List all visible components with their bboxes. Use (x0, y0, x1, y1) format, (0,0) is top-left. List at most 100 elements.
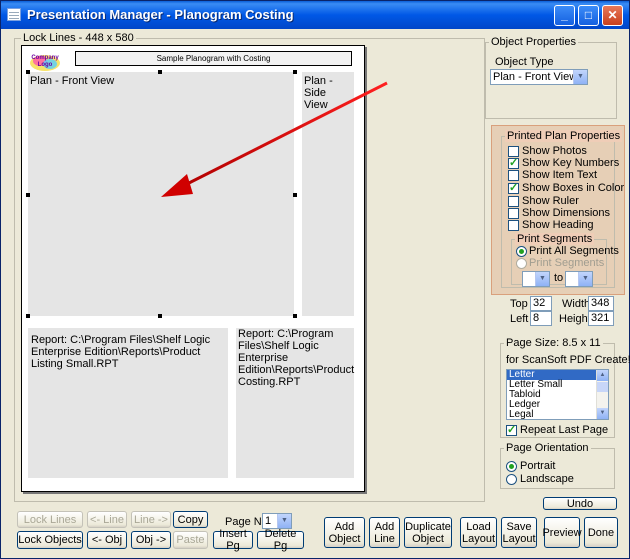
chevron-down-icon: ▼ (578, 272, 592, 286)
add-line-button[interactable]: Add Line (369, 517, 400, 548)
window-title: Presentation Manager - Planogram Costing (27, 7, 294, 22)
left-label: Left (510, 313, 529, 325)
lock-objects-button[interactable]: Lock Objects (17, 531, 83, 549)
object-properties-legend: Object Properties (489, 36, 578, 48)
portrait-label: Portrait (520, 460, 556, 472)
resize-handle[interactable] (158, 70, 162, 74)
obj-right-button[interactable]: Obj -> (131, 531, 171, 549)
report2-label: Report: C:\Program Files\Shelf Logic Ent… (238, 328, 355, 388)
show-boxes-in-color-checkbox[interactable] (508, 181, 519, 194)
undo-button[interactable]: Undo (543, 497, 617, 510)
segment-from-select[interactable]: ▼ (522, 271, 550, 287)
repeat-last-page-label: Repeat Last Page (520, 424, 609, 436)
preview-button[interactable]: Preview (542, 517, 582, 548)
page-size-listbox[interactable]: Letter Letter Small Tabloid Ledger Legal… (506, 369, 609, 420)
delete-page-button[interactable]: Delete Pg (257, 528, 304, 552)
pdf-note: for ScanSoft PDF Create! (506, 354, 630, 366)
report1-label: Report: C:\Program Files\Shelf Logic Ent… (31, 334, 211, 370)
scroll-thumb[interactable] (597, 382, 608, 392)
load-layout-button[interactable]: Load Layout (460, 517, 497, 548)
width-label: Width (562, 298, 591, 310)
landscape-radio[interactable] (506, 474, 517, 485)
close-icon: ✕ (607, 8, 618, 22)
page-orientation-legend: Page Orientation (504, 442, 591, 454)
chevron-down-icon: ▼ (277, 514, 291, 528)
height-field[interactable]: 321 (588, 311, 614, 326)
save-layout-button[interactable]: Save Layout (501, 517, 537, 548)
segment-to-label: to (554, 272, 564, 284)
annotation-arrow (161, 81, 388, 197)
page-nbr-value: 1 (265, 515, 272, 527)
portrait-radio[interactable] (506, 461, 517, 472)
page-banner[interactable]: Sample Planogram with Costing (75, 51, 352, 66)
print-segments-radio[interactable] (516, 258, 527, 269)
print-all-segments-radio[interactable] (516, 246, 527, 257)
printed-plan-properties-legend: Printed Plan Properties (505, 130, 623, 142)
show-photos-label: Show Photos (522, 145, 587, 157)
maximize-icon: □ (584, 8, 593, 22)
line-left-button[interactable]: <- Line (87, 511, 127, 528)
obj-left-button[interactable]: <- Obj (87, 531, 127, 549)
title-bar[interactable]: Presentation Manager - Planogram Costing… (1, 1, 629, 29)
show-item-text-label: Show Item Text (522, 169, 597, 181)
show-heading-checkbox[interactable] (508, 220, 519, 231)
maximize-button[interactable]: □ (578, 5, 599, 26)
print-all-segments-label: Print All Segments (529, 245, 619, 257)
left-field[interactable]: 8 (530, 311, 552, 326)
segment-to-select[interactable]: ▼ (565, 271, 593, 287)
chevron-down-icon: ▼ (535, 272, 549, 286)
add-object-button[interactable]: Add Object (324, 517, 365, 548)
object-properties-group: Object Properties Object Type Plan - Fro… (485, 36, 617, 119)
page-size-option[interactable]: Legal (507, 410, 608, 420)
show-dimensions-checkbox[interactable] (508, 208, 519, 219)
insert-page-button[interactable]: Insert Pg (213, 528, 253, 552)
page-nbr-select[interactable]: 1 ▼ (262, 513, 292, 529)
presentation-manager-window: Presentation Manager - Planogram Costing… (0, 0, 630, 559)
app-icon (7, 8, 21, 21)
lock-lines-button[interactable]: Lock Lines (17, 511, 83, 528)
show-ruler-label: Show Ruler (522, 195, 579, 207)
show-heading-label: Show Heading (522, 219, 594, 231)
resize-handle[interactable] (158, 314, 162, 318)
logo-text: Company Logo (31, 55, 59, 68)
resize-handle[interactable] (26, 193, 30, 197)
object-type-value: Plan - Front View (493, 71, 578, 83)
object-type-select[interactable]: Plan - Front View ▼ (490, 69, 588, 85)
scroll-down-icon[interactable]: ▼ (597, 408, 608, 419)
height-label: Height (559, 313, 591, 325)
top-label: Top (510, 298, 528, 310)
print-segments-label: Print Segments (529, 257, 605, 269)
report-region-1[interactable]: Report: C:\Program Files\Shelf Logic Ent… (28, 328, 228, 478)
show-item-text-checkbox[interactable] (508, 170, 519, 181)
duplicate-object-button[interactable]: Duplicate Object (404, 517, 452, 548)
line-right-button[interactable]: Line -> (131, 511, 171, 528)
show-key-numbers-label: Show Key Numbers (522, 157, 620, 169)
company-logo[interactable]: Company Logo (28, 52, 62, 72)
resize-handle[interactable] (26, 70, 30, 74)
resize-handle[interactable] (293, 70, 297, 74)
landscape-label: Landscape (520, 473, 574, 485)
lock-lines-legend: Lock Lines - 448 x 580 (21, 32, 136, 44)
copy-button[interactable]: Copy (173, 511, 208, 528)
show-key-numbers-checkbox[interactable] (508, 156, 519, 169)
top-field[interactable]: 32 (530, 296, 552, 311)
done-button[interactable]: Done (584, 517, 618, 548)
page-size-legend: Page Size: 8.5 x 11 (504, 337, 603, 349)
width-field[interactable]: 348 (588, 296, 614, 311)
paste-button[interactable]: Paste (173, 531, 208, 549)
resize-handle[interactable] (293, 314, 297, 318)
object-type-label: Object Type (495, 56, 554, 68)
repeat-last-page-checkbox[interactable] (506, 423, 517, 436)
show-ruler-checkbox[interactable] (508, 196, 519, 207)
show-dimensions-label: Show Dimensions (522, 207, 611, 219)
close-button[interactable]: ✕ (602, 5, 623, 26)
minimize-icon: _ (561, 8, 568, 22)
report-region-2[interactable]: Report: C:\Program Files\Shelf Logic Ent… (236, 328, 354, 478)
print-segments-legend: Print Segments (515, 233, 595, 245)
resize-handle[interactable] (26, 314, 30, 318)
front-view-label: Plan - Front View (30, 75, 115, 87)
minimize-button[interactable]: _ (554, 5, 575, 26)
page-size-scrollbar[interactable]: ▲ ▼ (596, 370, 608, 419)
chevron-down-icon: ▼ (573, 70, 587, 84)
scroll-up-icon[interactable]: ▲ (597, 370, 608, 381)
